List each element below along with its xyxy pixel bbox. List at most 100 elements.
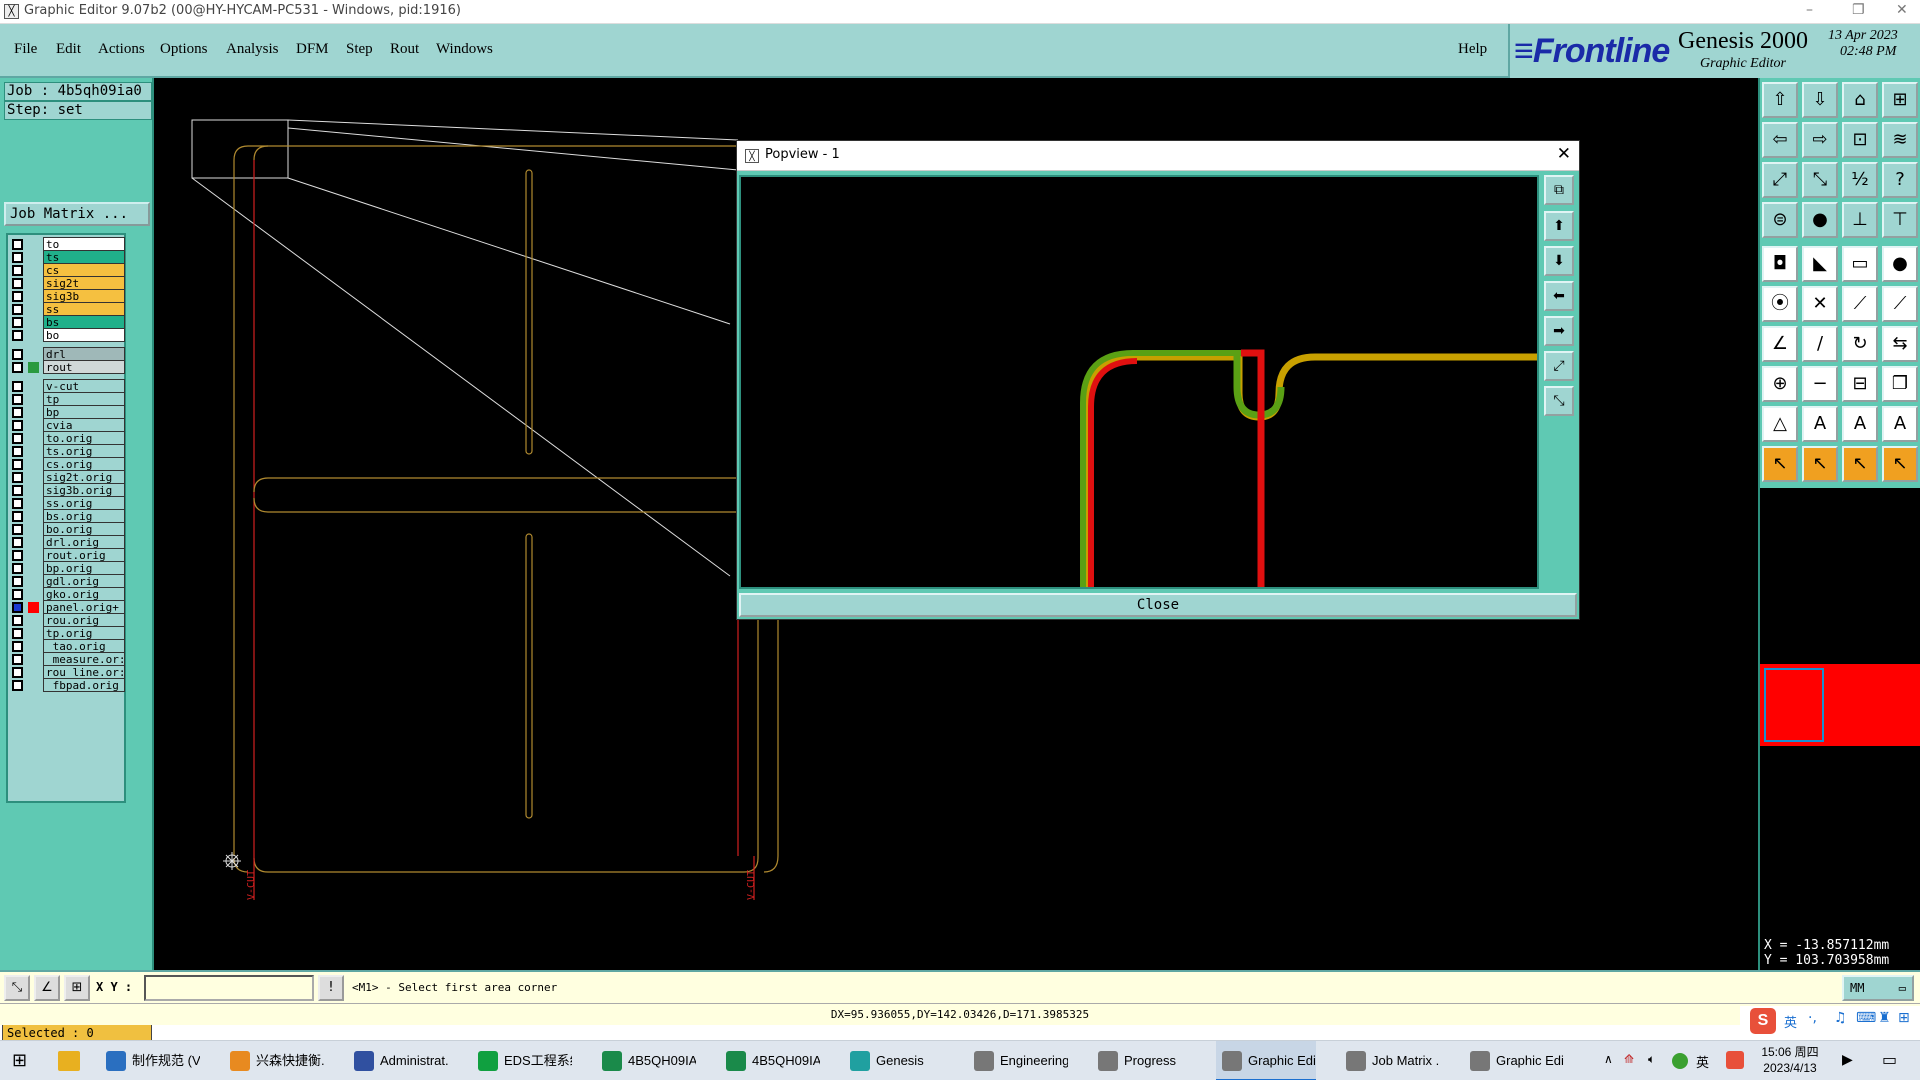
ime-skin-icon[interactable]: ♜: [1878, 1010, 1891, 1026]
angle-icon[interactable]: ∠: [1762, 326, 1798, 362]
layer-checkbox[interactable]: [12, 498, 23, 509]
layer-checkbox[interactable]: [12, 381, 23, 392]
menu-step[interactable]: Step: [346, 41, 373, 58]
taskbar-item[interactable]: Genesis: [844, 1041, 944, 1080]
pv-pan-left-icon[interactable]: ⬅: [1544, 281, 1574, 311]
layer-name[interactable]: _fbpad.orig: [43, 678, 125, 692]
layer-checkbox[interactable]: [12, 394, 23, 405]
layer-row[interactable]: bo: [10, 328, 125, 343]
layer-name[interactable]: ts.orig: [43, 444, 125, 458]
layer-checkbox[interactable]: [12, 524, 23, 535]
layer-name[interactable]: ss: [43, 302, 125, 316]
notification-icon[interactable]: ▭: [1882, 1050, 1897, 1069]
layer-name[interactable]: bs.orig: [43, 509, 125, 523]
layer-name[interactable]: rout.orig: [43, 548, 125, 562]
help-icon[interactable]: ?: [1882, 162, 1918, 198]
ime-logo[interactable]: S: [1750, 1008, 1776, 1034]
layer-row[interactable]: _fbpad.orig: [10, 678, 125, 693]
layer-checkbox[interactable]: [12, 349, 23, 360]
layer-name[interactable]: bo: [43, 328, 125, 342]
layer-name[interactable]: rout: [43, 360, 125, 374]
layer-name[interactable]: drl.orig: [43, 535, 125, 549]
overview-panel[interactable]: [1760, 664, 1920, 746]
pv-zoom-out-icon[interactable]: ⤢: [1544, 351, 1574, 381]
taskbar-item[interactable]: 4B5QH09IA...: [720, 1041, 820, 1080]
minus-icon[interactable]: −: [1802, 366, 1838, 402]
pv-zoom-icon[interactable]: ⧉: [1544, 175, 1574, 205]
layer-checkbox[interactable]: [12, 615, 23, 626]
taskbar-item[interactable]: 兴森快捷衡...: [224, 1041, 324, 1080]
menu-edit[interactable]: Edit: [56, 41, 81, 58]
pv-pan-down-icon[interactable]: ⬇: [1544, 246, 1574, 276]
line-icon[interactable]: ⟋: [1842, 286, 1878, 322]
flip-icon[interactable]: ⇆: [1882, 326, 1918, 362]
layer-checkbox[interactable]: [12, 239, 23, 250]
text-a-red-icon[interactable]: A: [1882, 406, 1918, 442]
layer-checkbox[interactable]: [12, 537, 23, 548]
layer-name[interactable]: _tao.orig: [43, 639, 125, 653]
pan-right-icon[interactable]: ⇨: [1802, 122, 1838, 158]
unit-selector[interactable]: MM ▭: [1842, 975, 1914, 1001]
zoom-in-icon[interactable]: ⤡: [1802, 162, 1838, 198]
pan-left-icon[interactable]: ⇦: [1762, 122, 1798, 158]
layer-checkbox[interactable]: [12, 407, 23, 418]
layer-name[interactable]: bp: [43, 405, 125, 419]
layer-name[interactable]: tp: [43, 392, 125, 406]
ime-mic-icon[interactable]: ♫: [1834, 1010, 1847, 1026]
add-pad-icon[interactable]: ⊕: [1762, 366, 1798, 402]
menu-help[interactable]: Help: [1458, 41, 1487, 58]
text-a-box-icon[interactable]: A: [1842, 406, 1878, 442]
tray-status-icon[interactable]: [1672, 1053, 1688, 1069]
pv-zoom-in-icon[interactable]: ⤡: [1544, 386, 1574, 416]
layer-name[interactable]: to: [43, 237, 125, 251]
tray-app-icon[interactable]: ⟰: [1624, 1052, 1634, 1066]
text-a-icon[interactable]: A: [1802, 406, 1838, 442]
pointer-circle-icon[interactable]: ↖: [1842, 446, 1878, 482]
menu-file[interactable]: File: [14, 41, 37, 58]
layer-name[interactable]: ts: [43, 250, 125, 264]
file-explorer-icon[interactable]: [58, 1051, 80, 1071]
layer-name[interactable]: _measure.or:: [43, 652, 125, 666]
taskbar-item[interactable]: Engineering...: [968, 1041, 1068, 1080]
snap-icon[interactable]: ⊜: [1762, 202, 1798, 238]
pad-icon[interactable]: ●: [1802, 202, 1838, 238]
layer-name[interactable]: bo.orig: [43, 522, 125, 536]
layer-checkbox[interactable]: [12, 420, 23, 431]
layer-name[interactable]: panel.orig+: [43, 600, 125, 614]
layer-checkbox[interactable]: [12, 680, 23, 691]
layer-checkbox[interactable]: [12, 362, 23, 373]
menu-dfm[interactable]: DFM: [296, 41, 329, 58]
layer-color-swatch[interactable]: [28, 362, 39, 373]
clock[interactable]: 15:06 周四 2023/4/13: [1758, 1044, 1822, 1076]
pointer-box-icon[interactable]: ↖: [1802, 446, 1838, 482]
window-split-icon[interactable]: ⊞: [1882, 82, 1918, 118]
layer-name[interactable]: ss.orig: [43, 496, 125, 510]
taskbar-item[interactable]: Graphic Edit...: [1216, 1041, 1316, 1080]
layer-checkbox[interactable]: [12, 576, 23, 587]
start-icon[interactable]: ⊞: [12, 1051, 32, 1071]
layer-name[interactable]: bp.orig: [43, 561, 125, 575]
ime-keyboard-icon[interactable]: ⌨: [1856, 1010, 1876, 1026]
ruler-icon[interactable]: ▭: [1842, 246, 1878, 282]
circle-icon[interactable]: ●: [1882, 246, 1918, 282]
volume-icon[interactable]: 🔈︎: [1648, 1052, 1655, 1067]
layer-checkbox[interactable]: [12, 589, 23, 600]
job-matrix-button[interactable]: Job Matrix ...: [4, 202, 150, 226]
layer-checkbox[interactable]: [12, 265, 23, 276]
ime-lang[interactable]: 英: [1784, 1012, 1797, 1031]
pan-down-icon[interactable]: ⇩: [1802, 82, 1838, 118]
pan-up-icon[interactable]: ⇧: [1762, 82, 1798, 118]
layer-checkbox[interactable]: [12, 459, 23, 470]
layer-checkbox[interactable]: [12, 654, 23, 665]
snap-mode-icon[interactable]: ⤡: [4, 975, 30, 1001]
layer-name[interactable]: cvia: [43, 418, 125, 432]
layer-name[interactable]: sig2t.orig: [43, 470, 125, 484]
popview-close-icon[interactable]: ✕: [1557, 144, 1571, 164]
layer-checkbox[interactable]: [12, 641, 23, 652]
menu-actions[interactable]: Actions: [98, 41, 145, 58]
pointer-route-icon[interactable]: ↖: [1882, 446, 1918, 482]
triangle-icon[interactable]: △: [1762, 406, 1798, 442]
pv-pan-right-icon[interactable]: ➡: [1544, 316, 1574, 346]
menu-rout[interactable]: Rout: [390, 41, 419, 58]
scale-1-2-icon[interactable]: ½: [1842, 162, 1878, 198]
